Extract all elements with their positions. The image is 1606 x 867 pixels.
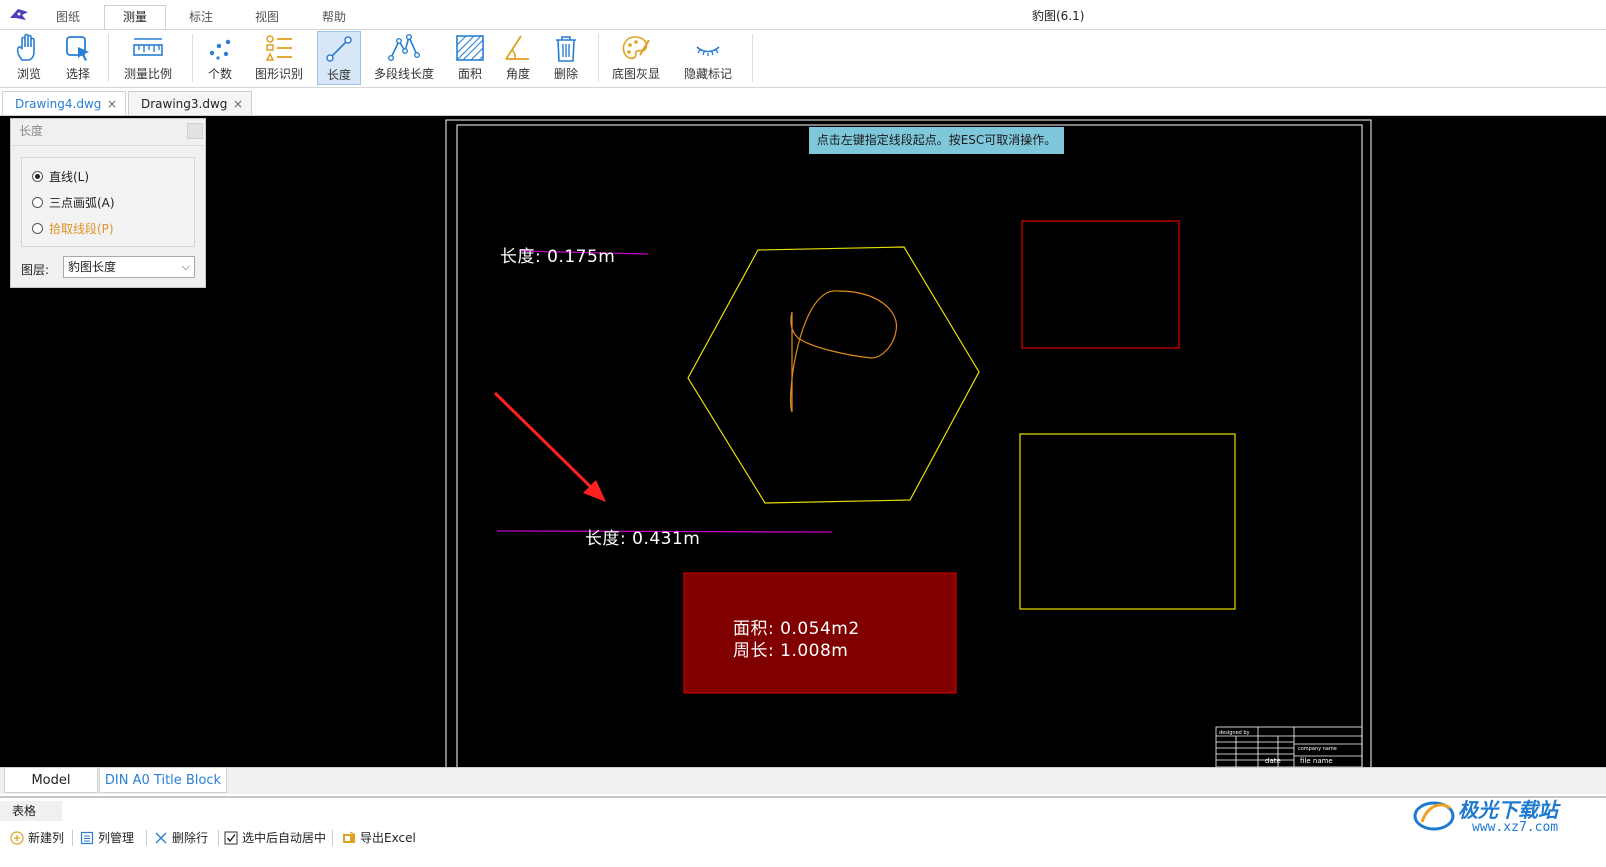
title-block-date: date (1265, 757, 1281, 765)
watermark-url: www.xz7.com (1472, 820, 1559, 835)
excel-export-icon (343, 830, 355, 843)
hand-icon (16, 33, 35, 61)
hint-banner: 点击左键指定线段起点。按ESC可取消操作。 (809, 127, 1064, 154)
menu-tab-annotate[interactable]: 标注 (175, 6, 227, 29)
radio-unchecked-icon (32, 197, 43, 208)
yellow-rectangle (1019, 433, 1236, 610)
doc-tab-drawing4[interactable]: Drawing4.dwg × (2, 91, 126, 115)
toolbar-separator (146, 830, 147, 846)
length-label-1: 长度: 0.175m (500, 247, 616, 267)
select-cursor-icon (66, 36, 89, 61)
ribbon-toolbar: 浏览 选择 测量比例 个数 图形识别 长度 多段线长度 面积 角度 删除 底图灰… (0, 29, 1606, 88)
area-button[interactable]: 面积 (448, 31, 492, 85)
red-rectangle (1021, 220, 1180, 349)
length-mode-group: 直线(L) 三点画弧(A) 拾取线段(P) (21, 157, 195, 247)
cad-drawing (445, 119, 1372, 767)
ribbon-separator (192, 34, 193, 82)
radio-unchecked-icon (32, 223, 43, 234)
polyline-length-button[interactable]: 多段线长度 (368, 31, 440, 85)
menu-tab-help[interactable]: 帮助 (308, 6, 360, 29)
toolbar-separator (218, 830, 219, 846)
length-label-2: 长度: 0.431m (585, 529, 701, 549)
dots-count-icon (209, 39, 231, 60)
yellow-hexagon (687, 246, 980, 504)
radio-line[interactable]: 直线(L) (32, 168, 89, 186)
document-tabs: Drawing4.dwg × Drawing3.dwg × (0, 88, 1606, 116)
layer-dropdown[interactable]: 豹图长度 ⌵ (63, 256, 195, 278)
shape-list-icon (265, 35, 292, 61)
layout-tab-model[interactable]: Model (4, 768, 98, 793)
radio-three-point-arc[interactable]: 三点画弧(A) (32, 194, 115, 212)
orange-closed-curve (790, 290, 898, 413)
browse-button[interactable]: 浏览 (6, 31, 52, 85)
length-button[interactable]: 长度 (317, 31, 361, 85)
panel-close-button[interactable] (187, 123, 203, 139)
x-icon (155, 832, 167, 843)
radio-checked-icon (32, 171, 43, 182)
new-column-button[interactable]: 新建列 (10, 829, 64, 847)
table-panel: 表格 新建列 列管理 删除行 选中后自动居中 导出Excel (0, 796, 1606, 867)
eye-closed-icon (696, 46, 720, 56)
ruler-icon (133, 38, 163, 56)
select-button[interactable]: 选择 (56, 31, 100, 85)
ribbon-separator (598, 34, 599, 82)
watermark-text: 极光下载站 (1458, 798, 1558, 822)
drawing-canvas[interactable]: 长度: 0.175m 长度: 0.431m 面积: 0.054m2 周长: 1.… (0, 116, 1606, 767)
palette-icon (622, 36, 650, 60)
ribbon-separator (752, 34, 753, 82)
close-icon[interactable]: × (233, 92, 243, 116)
layer-label: 图层: (21, 263, 50, 277)
perimeter-label: 周长: 1.008m (733, 641, 849, 661)
title-bar: 图纸 测量 标注 视图 帮助 豹图(6.1) (0, 0, 1606, 30)
add-circle-icon (10, 830, 24, 845)
column-manage-button[interactable]: 列管理 (80, 829, 134, 847)
table-panel-title: 表格 (0, 801, 62, 821)
angle-button[interactable]: 角度 (496, 31, 540, 85)
delete-row-button[interactable]: 删除行 (154, 829, 208, 847)
base-gray-button[interactable]: 底图灰显 (606, 31, 666, 85)
toolbar-separator (72, 830, 73, 846)
menu-tab-view[interactable]: 视图 (241, 6, 293, 29)
layout-tabs: Model DIN A0 Title Block (0, 767, 1606, 794)
chevron-down-icon: ⌵ (181, 260, 190, 273)
hatched-area-icon (456, 35, 484, 61)
trash-icon (556, 36, 576, 62)
polyline-icon (388, 34, 421, 62)
app-logo-icon (10, 9, 28, 20)
title-block-designed-by: designed by (1219, 730, 1250, 736)
angle-icon (505, 35, 529, 60)
shape-recognize-button[interactable]: 图形识别 (250, 31, 308, 85)
doc-tab-drawing3[interactable]: Drawing3.dwg × (128, 91, 252, 115)
layout-tab-din-a0[interactable]: DIN A0 Title Block (99, 768, 227, 793)
length-line-icon (326, 36, 352, 62)
title-block-company: company name (1298, 746, 1337, 752)
close-icon[interactable]: × (107, 92, 117, 116)
watermark-logo-icon (1413, 801, 1455, 831)
length-panel: 长度 直线(L) 三点画弧(A) 拾取线段(P) 图层: 豹图长度 ⌵ (10, 118, 206, 288)
hide-marks-button[interactable]: 隐藏标记 (676, 31, 740, 85)
auto-center-checkbox[interactable]: 选中后自动居中 (224, 829, 326, 847)
radio-pick-segment[interactable]: 拾取线段(P) (32, 220, 114, 238)
measure-scale-button[interactable]: 测量比例 (118, 31, 178, 85)
columns-icon (80, 831, 94, 844)
menu-tab-measure[interactable]: 测量 (104, 5, 166, 30)
red-arrow-line (493, 391, 600, 496)
export-excel-button[interactable]: 导出Excel (342, 829, 416, 847)
toolbar-separator (332, 830, 333, 846)
delete-button[interactable]: 删除 (544, 31, 588, 85)
length-panel-title: 长度 (11, 119, 205, 146)
ribbon-separator (108, 34, 109, 82)
checkbox-checked-icon (224, 831, 238, 844)
app-title: 豹图(6.1) (1032, 9, 1085, 23)
count-button[interactable]: 个数 (198, 31, 242, 85)
watermark: 极光下载站 www.xz7.com (1410, 790, 1606, 840)
title-block-file: file name (1300, 757, 1333, 765)
menu-tab-drawing[interactable]: 图纸 (42, 6, 94, 29)
